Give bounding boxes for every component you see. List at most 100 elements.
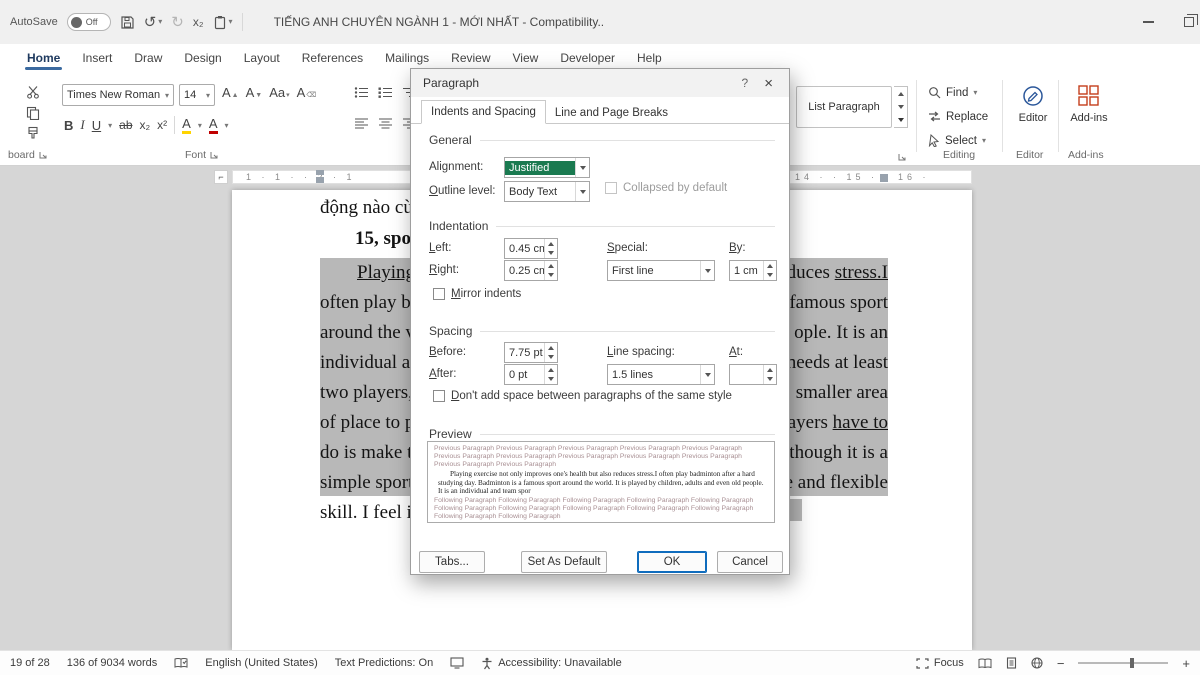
left-indent-marker[interactable] xyxy=(316,177,324,183)
spin-down-icon[interactable] xyxy=(764,271,776,281)
chevron-down-icon[interactable] xyxy=(700,261,714,280)
numbering-button[interactable] xyxy=(378,85,393,99)
paragraph-dialog[interactable]: Paragraph ? × Indents and Spacing Line a… xyxy=(410,68,790,575)
after-spacing-spinner[interactable]: 0 pt xyxy=(504,364,558,385)
style-scroll-up[interactable] xyxy=(894,87,907,100)
chevron-down-icon[interactable]: ▾ xyxy=(108,121,112,130)
italic-button[interactable]: I xyxy=(80,117,84,133)
web-layout-view-button[interactable] xyxy=(1031,657,1043,669)
display-settings-button[interactable] xyxy=(450,657,464,669)
spin-up-icon[interactable] xyxy=(545,239,557,249)
bold-button[interactable]: B xyxy=(64,118,73,133)
tab-line-and-page-breaks[interactable]: Line and Page Breaks xyxy=(546,102,677,124)
tab-selector[interactable]: ⌐ xyxy=(214,170,228,184)
spin-up-icon[interactable] xyxy=(764,261,776,271)
redo-button[interactable]: ↻ xyxy=(171,15,184,30)
ribbon-tab-view[interactable]: View xyxy=(502,46,550,70)
mirror-indents-checkbox[interactable]: Mirror indents xyxy=(433,288,521,300)
checkbox-icon[interactable] xyxy=(433,390,445,402)
chevron-down-icon[interactable]: ▾ xyxy=(225,121,229,130)
shrink-font-button[interactable]: A▼ xyxy=(246,85,263,100)
close-icon[interactable]: × xyxy=(760,75,777,92)
spinner-arrows[interactable] xyxy=(544,343,557,362)
special-combo[interactable]: First line xyxy=(607,260,715,281)
ribbon-tab-help[interactable]: Help xyxy=(626,46,673,70)
spinner-arrows[interactable] xyxy=(763,261,776,280)
help-icon[interactable]: ? xyxy=(730,76,761,90)
spin-down-icon[interactable] xyxy=(764,375,776,385)
subscript-button[interactable]: x₂ xyxy=(140,118,151,132)
page-indicator[interactable]: 19 of 28 xyxy=(10,657,50,669)
first-line-indent-marker[interactable] xyxy=(316,170,324,175)
accessibility-status[interactable]: Accessibility: Unavailable xyxy=(481,657,622,670)
autosave-toggle[interactable]: Off xyxy=(67,13,111,31)
dialog-launcher-icon[interactable] xyxy=(210,151,218,159)
zoom-out-button[interactable]: − xyxy=(1057,656,1065,671)
ok-button[interactable]: OK xyxy=(637,551,707,573)
clear-formatting-button[interactable]: A⌫ xyxy=(297,85,317,100)
cut-button[interactable] xyxy=(26,84,40,99)
document-title[interactable]: TIẾNG ANH CHUYÊN NGÀNH 1 - MỚI NHẤT - Co… xyxy=(274,15,604,29)
ribbon-tab-mailings[interactable]: Mailings xyxy=(374,46,440,70)
spin-down-icon[interactable] xyxy=(545,375,557,385)
read-mode-view-button[interactable] xyxy=(978,658,992,669)
chevron-down-icon[interactable]: ▾ xyxy=(198,121,202,130)
right-indent-marker[interactable] xyxy=(880,174,888,182)
dialog-title-bar[interactable]: Paragraph ? × xyxy=(411,69,789,97)
print-layout-view-button[interactable] xyxy=(1006,657,1017,669)
spin-up-icon[interactable] xyxy=(545,365,557,375)
zoom-slider-thumb[interactable] xyxy=(1130,658,1134,668)
dialog-launcher-icon[interactable] xyxy=(39,151,47,159)
tab-indents-and-spacing[interactable]: Indents and Spacing xyxy=(421,100,546,124)
spin-down-icon[interactable] xyxy=(545,271,557,281)
superscript-button[interactable]: x² xyxy=(157,118,167,132)
style-gallery-more[interactable] xyxy=(894,114,907,127)
subscript-qat-button[interactable]: x₂ xyxy=(193,16,204,28)
no-space-same-style-checkbox[interactable]: Don't add space between paragraphs of th… xyxy=(433,390,732,402)
ribbon-tab-review[interactable]: Review xyxy=(440,46,501,70)
dialog-launcher-icon[interactable] xyxy=(898,153,906,161)
editor-button[interactable]: Editor xyxy=(1012,84,1054,124)
at-spinner[interactable] xyxy=(729,364,777,385)
alignment-combo[interactable]: Justified xyxy=(504,157,590,178)
zoom-in-button[interactable]: + xyxy=(1182,656,1190,671)
find-button[interactable]: Find ▾ xyxy=(928,86,977,99)
minimize-icon[interactable] xyxy=(1143,21,1154,23)
ribbon-tab-design[interactable]: Design xyxy=(173,46,232,70)
word-count[interactable]: 136 of 9034 words xyxy=(67,657,158,669)
chevron-down-icon[interactable] xyxy=(700,365,714,384)
spinner-arrows[interactable] xyxy=(544,365,557,384)
select-button[interactable]: Select ▾ xyxy=(928,134,986,147)
ribbon-tab-references[interactable]: References xyxy=(291,46,374,70)
by-spinner[interactable]: 1 cm xyxy=(729,260,777,281)
tabs-button[interactable]: Tabs... xyxy=(419,551,485,573)
focus-mode-button[interactable]: Focus xyxy=(916,657,964,669)
restore-window-icon[interactable] xyxy=(1184,17,1194,27)
ribbon-tab-developer[interactable]: Developer xyxy=(549,46,626,70)
text-predictions-toggle[interactable]: Text Predictions: On xyxy=(335,657,433,669)
spin-up-icon[interactable] xyxy=(545,261,557,271)
spinner-arrows[interactable] xyxy=(544,239,557,258)
ribbon-tab-home[interactable]: Home xyxy=(16,46,71,70)
set-as-default-button[interactable]: Set As Default xyxy=(521,551,607,573)
spinner-arrows[interactable] xyxy=(544,261,557,280)
undo-button[interactable]: ↺▾ xyxy=(144,15,163,30)
spin-up-icon[interactable] xyxy=(545,343,557,353)
align-center-button[interactable] xyxy=(378,116,393,130)
line-spacing-combo[interactable]: 1.5 lines xyxy=(607,364,715,385)
format-painter-button[interactable] xyxy=(26,126,40,141)
spin-down-icon[interactable] xyxy=(545,249,557,259)
zoom-slider[interactable] xyxy=(1078,662,1168,664)
spinner-arrows[interactable] xyxy=(763,365,776,384)
ribbon-tab-insert[interactable]: Insert xyxy=(71,46,123,70)
underline-button[interactable]: U xyxy=(92,118,101,133)
cancel-button[interactable]: Cancel xyxy=(717,551,783,573)
language-selector[interactable]: English (United States) xyxy=(205,657,318,669)
chevron-down-icon[interactable] xyxy=(575,158,589,177)
chevron-down-icon[interactable] xyxy=(575,182,589,201)
spin-down-icon[interactable] xyxy=(545,353,557,363)
right-indent-spinner[interactable]: 0.25 cm xyxy=(504,260,558,281)
align-left-button[interactable] xyxy=(354,116,369,130)
save-icon[interactable] xyxy=(120,15,135,30)
style-list-paragraph[interactable]: List Paragraph xyxy=(796,86,892,128)
